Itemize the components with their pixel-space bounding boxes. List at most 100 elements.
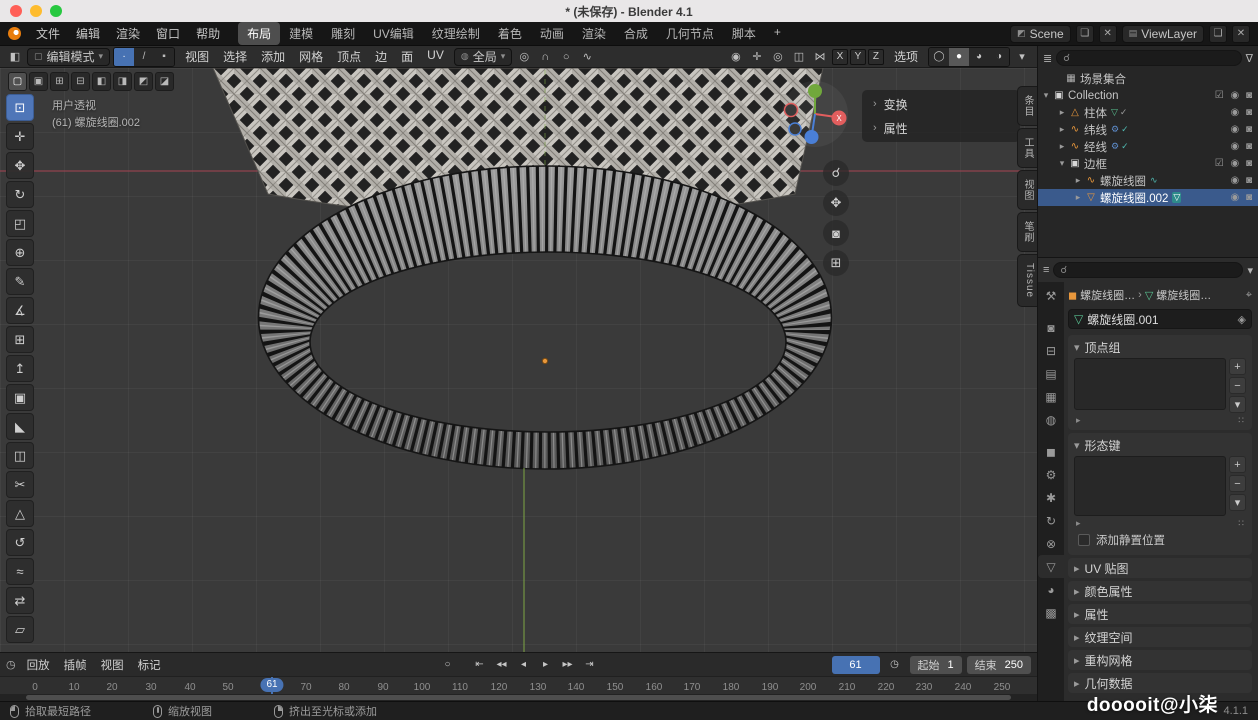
list-filter-expander[interactable]: ▸	[1076, 415, 1081, 426]
pivot-point-dropdown[interactable]: ◎	[515, 48, 533, 66]
zoom-window-button[interactable]	[50, 5, 62, 17]
viewport-nav-button[interactable]: ✥	[823, 190, 849, 216]
shape-key-specials-button[interactable]: ▾	[1229, 494, 1246, 511]
tool-button[interactable]: ⇄	[6, 587, 34, 614]
tool-button[interactable]: ✥	[6, 152, 34, 179]
collapsed-panel-header[interactable]: ▸ 颜色属性	[1068, 581, 1252, 601]
select-tool-option-button[interactable]: ◩	[134, 72, 153, 91]
properties-tab[interactable]: ✱	[1038, 486, 1064, 509]
workspace-tab[interactable]: 建模	[280, 22, 322, 45]
visibility-toggles[interactable]: ◉ ◙	[1230, 107, 1254, 118]
properties-tab[interactable]: ◍	[1038, 408, 1064, 431]
tool-button[interactable]: ▣	[6, 384, 34, 411]
editor-type-button[interactable]: ◧	[6, 48, 24, 66]
visibility-toggles[interactable]: ☑ ◉ ◙	[1215, 158, 1254, 169]
playhead[interactable]: 61	[271, 677, 273, 694]
properties-tab[interactable]: ▦	[1038, 385, 1064, 408]
add-vertex-group-button[interactable]: +	[1229, 358, 1246, 375]
shading-dropdown[interactable]: ▾	[1013, 48, 1031, 66]
expander-icon[interactable]: ▾	[1056, 158, 1068, 169]
chevron-down-icon[interactable]: ▾	[1247, 264, 1253, 277]
visibility-toggles[interactable]: ◉ ◙	[1230, 141, 1254, 152]
expander-icon[interactable]: ▸	[1056, 141, 1068, 152]
properties-tab[interactable]: ↻	[1038, 509, 1064, 532]
outliner-row[interactable]: ▸ △ 柱体 ▽ ✓ ◉ ◙	[1038, 104, 1258, 121]
remove-shape-key-button[interactable]: −	[1229, 475, 1246, 492]
select-mode-button[interactable]: ∙	[114, 48, 134, 66]
properties-tab[interactable]: ▽	[1038, 555, 1064, 578]
gizmo-neg-z-axis[interactable]	[789, 123, 801, 135]
outliner-row[interactable]: ▸ ∿ 纬线 ⚙ ✓ ◉ ◙	[1038, 121, 1258, 138]
properties-tab[interactable]: ◕	[1038, 578, 1064, 601]
transport-button[interactable]: ▸▸	[558, 656, 578, 674]
outliner-row[interactable]: ▾ ▣ Collection ☑ ◉ ◙	[1038, 87, 1258, 104]
minimize-window-button[interactable]	[30, 5, 42, 17]
tool-button[interactable]: ↺	[6, 529, 34, 556]
n-panel-section[interactable]: › 属性	[864, 116, 1018, 140]
tool-button[interactable]: ↥	[6, 355, 34, 382]
timeline-menu[interactable]: 插帧	[57, 655, 94, 675]
menubar-menu[interactable]: 窗口	[148, 22, 188, 45]
tool-button[interactable]: ✎	[6, 268, 34, 295]
navigation-gizmo[interactable]: X	[781, 80, 849, 148]
gizmos-dropdown[interactable]: ✛	[748, 48, 766, 66]
tool-button[interactable]: ✛	[6, 123, 34, 150]
outliner-search-input[interactable]: ☌	[1056, 50, 1241, 66]
properties-search-input[interactable]: ☌	[1053, 262, 1243, 278]
expander-icon[interactable]: ▸	[1056, 124, 1068, 135]
auto-key-toggle[interactable]: ○	[438, 656, 458, 674]
tool-button[interactable]: △	[6, 500, 34, 527]
mode-dropdown[interactable]: ▢ 编辑模式 ▾	[27, 48, 110, 66]
timeline-menu[interactable]: 回放	[20, 655, 57, 675]
transport-button[interactable]: ⇤	[470, 656, 490, 674]
xray-toggle[interactable]: ◫	[790, 48, 808, 66]
transform-orientation-dropdown[interactable]: ◍ 全局 ▾	[454, 48, 512, 66]
vertex-groups-header[interactable]: ▾ 顶点组	[1074, 339, 1246, 355]
shading-mode-button[interactable]: ◑	[989, 48, 1009, 66]
workspace-tab[interactable]: 几何节点	[657, 22, 723, 45]
falloff-dropdown[interactable]: ∿	[578, 48, 596, 66]
tool-button[interactable]: ◫	[6, 442, 34, 469]
viewport-menu[interactable]: 视图	[178, 46, 216, 67]
n-panel-section[interactable]: › 变换	[864, 92, 1018, 116]
breadcrumb-data[interactable]: ▽ 螺旋线圈…	[1145, 287, 1211, 303]
visibility-toggles[interactable]: ☑ ◉ ◙	[1215, 90, 1254, 101]
frame-ruler[interactable]: 0102030405060708090100110120130140150160…	[0, 676, 1037, 694]
shading-mode-button[interactable]: ◕	[969, 48, 989, 66]
new-scene-button[interactable]: ❏	[1076, 25, 1094, 43]
outliner-row[interactable]: ▸ ∿ 经线 ⚙ ✓ ◉ ◙	[1038, 138, 1258, 155]
add-shape-key-button[interactable]: +	[1229, 456, 1246, 473]
mirror-axis-button[interactable]: Y	[850, 49, 866, 65]
vertex-group-specials-button[interactable]: ▾	[1229, 396, 1246, 413]
outliner-row[interactable]: ▸ ∿ 螺旋线圈 ∿ ◉ ◙	[1038, 172, 1258, 189]
n-panel-tab[interactable]: 工具	[1017, 128, 1037, 168]
breadcrumb-object[interactable]: ◼ 螺旋线圈…	[1068, 287, 1135, 303]
list-filter-expander[interactable]: ▸	[1076, 518, 1081, 529]
select-mode-button[interactable]: /	[134, 48, 154, 66]
workspace-tab[interactable]: 布局	[238, 22, 280, 45]
pin-icon[interactable]: ⌖	[1246, 289, 1252, 302]
workspace-tab[interactable]: 合成	[615, 22, 657, 45]
viewlayer-selector[interactable]: ▤ ViewLayer	[1122, 25, 1204, 43]
scene-selector[interactable]: ◩ Scene	[1010, 25, 1071, 43]
select-tool-option-button[interactable]: ⊞	[50, 72, 69, 91]
properties-tab[interactable]: ◙	[1038, 316, 1064, 339]
properties-editor-icon[interactable]: ≡	[1043, 264, 1049, 276]
rest-position-checkbox[interactable]	[1078, 534, 1090, 546]
snap-magnet-toggle[interactable]: ∩	[536, 48, 554, 66]
visibility-toggles[interactable]: ◉ ◙	[1230, 192, 1254, 203]
workspace-tab[interactable]: 雕刻	[322, 22, 364, 45]
select-tool-option-button[interactable]: ◪	[155, 72, 174, 91]
use-preview-range-toggle[interactable]: ◷	[885, 656, 905, 674]
tool-button[interactable]: ◰	[6, 210, 34, 237]
menubar-menu[interactable]: 编辑	[68, 22, 108, 45]
viewport-menu[interactable]: 顶点	[330, 46, 368, 67]
outliner-row[interactable]: ▾ ▣ 边框 ☑ ◉ ◙	[1038, 155, 1258, 172]
menubar-menu[interactable]: 文件	[28, 22, 68, 45]
outliner-row[interactable]: ▦ 场景集合	[1038, 70, 1258, 87]
viewport-nav-button[interactable]: ⊞	[823, 250, 849, 276]
properties-tab[interactable]: ⊟	[1038, 339, 1064, 362]
scrollbar-thumb[interactable]	[26, 695, 1011, 700]
visibility-toggles[interactable]: ◉ ◙	[1230, 124, 1254, 135]
gizmo-z-axis[interactable]	[805, 130, 819, 144]
